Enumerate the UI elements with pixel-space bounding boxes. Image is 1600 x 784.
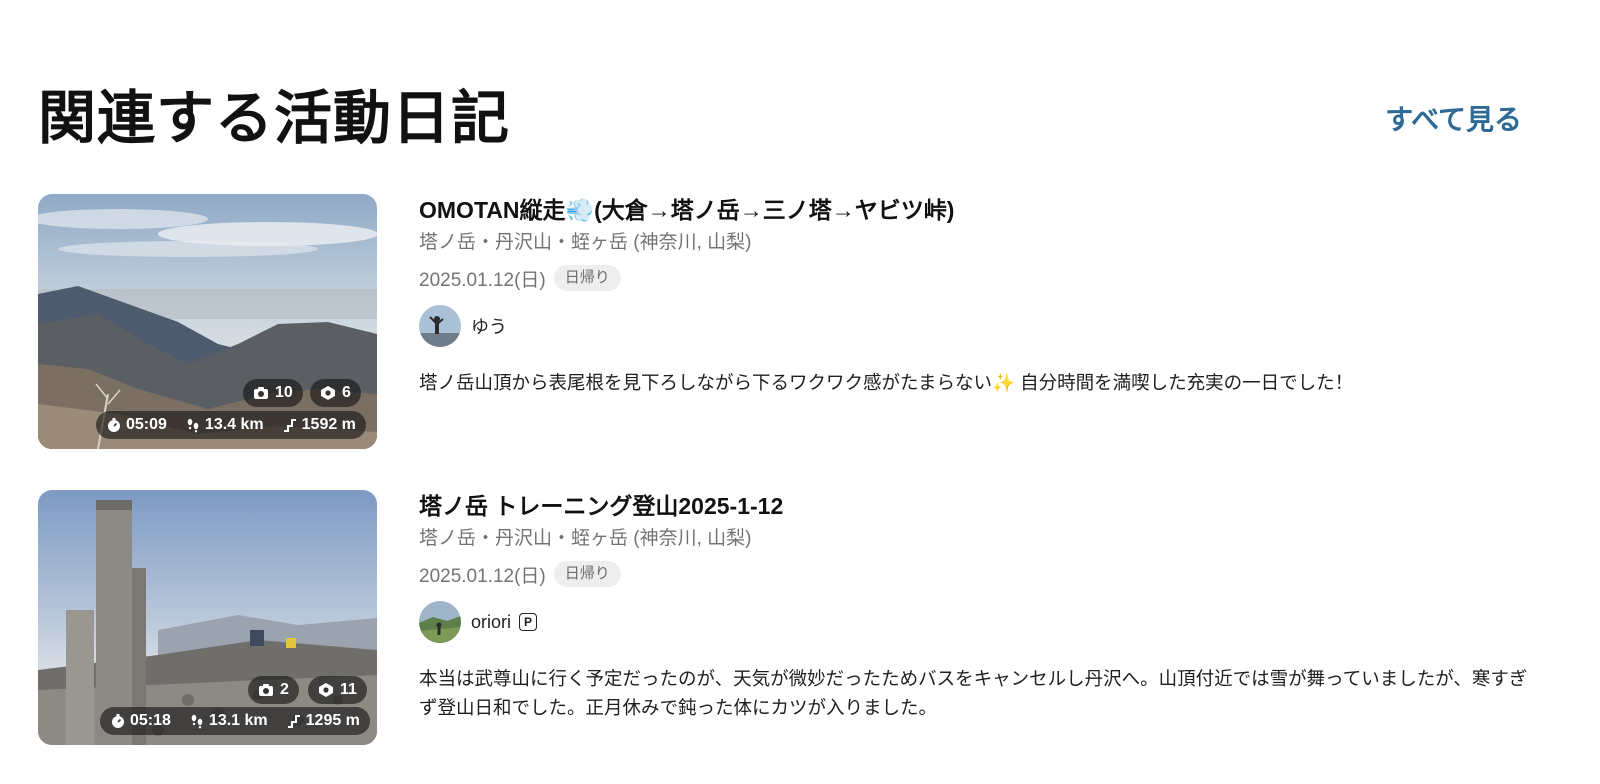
username[interactable]: oriori [471, 612, 511, 633]
checkpoint-icon [320, 385, 336, 401]
related-activities-header: 関連する活動日記 すべて見る [38, 78, 1522, 151]
date-row: 2025.01.12(日) 日帰り [419, 560, 1528, 588]
activity-description: 本当は武尊山に行く予定だったのが、天気が微妙だったためバスをキャンセルし丹沢へ。… [419, 668, 1528, 718]
checkpoint-count-pill: 11 [308, 676, 367, 704]
distance: 13.1 km [208, 712, 268, 729]
elevation-icon [282, 417, 298, 433]
mountain-area[interactable]: 塔ノ岳・丹沢山・蛭ヶ岳 (神奈川, 山梨) [419, 230, 1528, 256]
date-row: 2025.01.12(日) 日帰り [419, 264, 1528, 292]
elevation-icon [286, 713, 302, 729]
activity-card[interactable]: 2 11 05:18 13.1 km 1295 m 塔ノ岳 トレーニング登山20… [38, 490, 1528, 746]
checkpoint-count-pill: 6 [310, 379, 361, 407]
photo-count: 10 [275, 384, 293, 401]
day-trip-badge: 日帰り [553, 561, 621, 587]
activity-thumbnail[interactable]: 2 11 05:18 13.1 km 1295 m [38, 490, 377, 745]
checkpoint-count: 11 [340, 681, 357, 698]
activity-info: 塔ノ岳 トレーニング登山2025-1-12 塔ノ岳・丹沢山・蛭ヶ岳 (神奈川, … [419, 490, 1528, 722]
mountain-area[interactable]: 塔ノ岳・丹沢山・蛭ヶ岳 (神奈川, 山梨) [419, 526, 1528, 552]
activity-description: 塔ノ岳山頂から表尾根を見下ろしながら下るワクワク感がたまらない✨ 自分時間を満喫… [419, 372, 1354, 393]
section-title: 関連する活動日記 [38, 86, 511, 151]
footprints-icon [185, 417, 201, 433]
checkpoint-count: 6 [342, 384, 351, 401]
checkpoint-icon [318, 682, 334, 698]
stats-pill: 05:18 13.1 km 1295 m [100, 707, 370, 735]
avatar[interactable] [419, 305, 461, 347]
avatar[interactable] [419, 601, 461, 643]
user-row[interactable]: ゆう [419, 305, 1528, 347]
activity-date: 2025.01.12(日) [419, 269, 546, 291]
elevation-gain: 1295 m [305, 712, 360, 729]
activity-thumbnail[interactable]: 10 6 05:09 13.4 km 1592 m [38, 194, 377, 449]
footprints-icon [189, 713, 205, 729]
username[interactable]: ゆう [471, 313, 507, 339]
premium-badge: P [519, 613, 538, 631]
stopwatch-icon [106, 417, 122, 433]
stopwatch-icon [110, 713, 126, 729]
photo-count-pill: 10 [243, 379, 303, 407]
duration: 05:09 [126, 416, 167, 433]
activity-info: OMOTAN縦走💨(大倉→塔ノ岳→三ノ塔→ヤビツ峠) 塔ノ岳・丹沢山・蛭ヶ岳 (… [419, 194, 1528, 397]
duration: 05:18 [130, 712, 171, 729]
photo-count-pill: 2 [248, 676, 299, 704]
user-row[interactable]: oriori P [419, 601, 1528, 643]
activity-title[interactable]: 塔ノ岳 トレーニング登山2025-1-12 [419, 490, 1528, 522]
activity-title[interactable]: OMOTAN縦走💨(大倉→塔ノ岳→三ノ塔→ヤビツ峠) [419, 194, 1528, 226]
distance: 13.4 km [204, 416, 264, 433]
elevation-gain: 1592 m [301, 416, 356, 433]
stats-pill: 05:09 13.4 km 1592 m [96, 411, 366, 439]
photo-count: 2 [280, 681, 289, 698]
day-trip-badge: 日帰り [553, 265, 621, 291]
camera-icon [258, 682, 274, 698]
activity-card[interactable]: 10 6 05:09 13.4 km 1592 m OMOTAN縦走💨(大倉→塔… [38, 194, 1528, 450]
see-all-link[interactable]: すべて見る [1385, 98, 1522, 138]
activity-date: 2025.01.12(日) [419, 565, 546, 587]
camera-icon [253, 385, 269, 401]
